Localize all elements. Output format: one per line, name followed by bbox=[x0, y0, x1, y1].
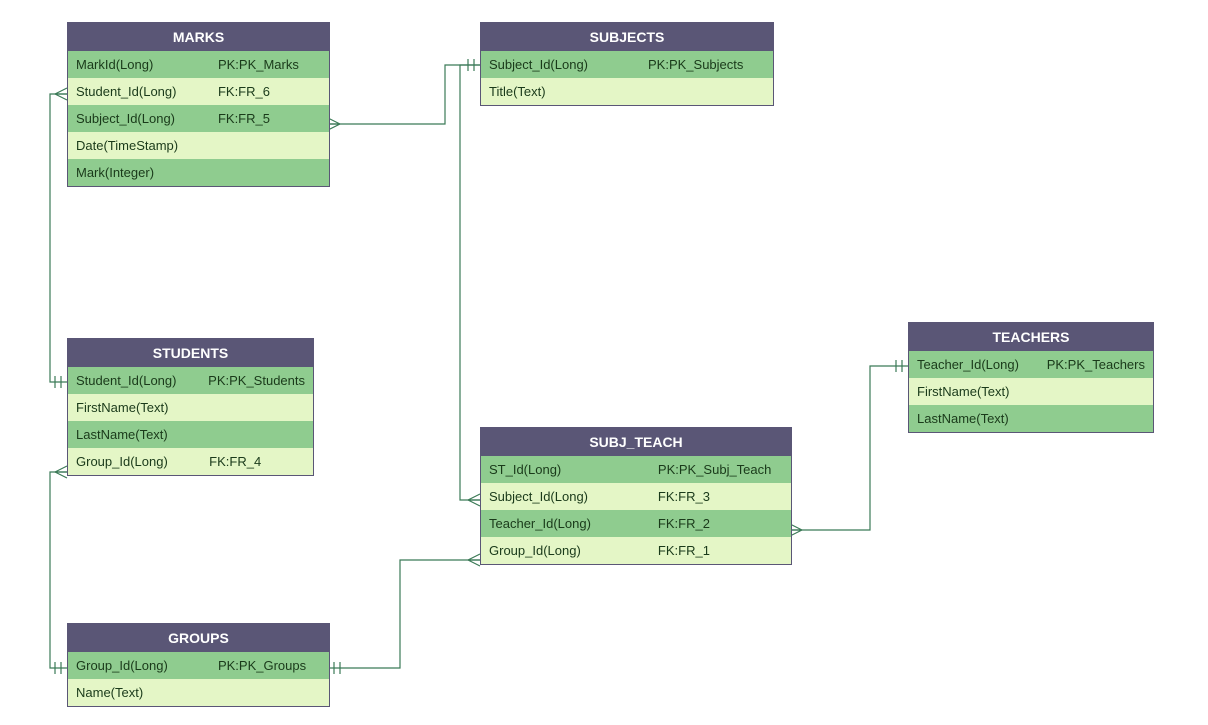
table-row: Subject_Id(Long)FK:FR_3 bbox=[481, 483, 791, 510]
entity-students-header: STUDENTS bbox=[68, 339, 313, 367]
table-row: Mark(Integer) bbox=[68, 159, 329, 186]
col-name: LastName(Text) bbox=[909, 405, 1042, 432]
entity-marks: MARKS MarkId(Long)PK:PK_Marks Student_Id… bbox=[67, 22, 330, 187]
table-row: MarkId(Long)PK:PK_Marks bbox=[68, 51, 329, 78]
col-key: FK:FR_3 bbox=[650, 483, 791, 510]
col-key bbox=[210, 159, 329, 186]
col-key: FK:FR_4 bbox=[201, 448, 313, 475]
col-name: Title(Text) bbox=[481, 78, 640, 105]
entity-marks-header: MARKS bbox=[68, 23, 329, 51]
entity-teachers-header: TEACHERS bbox=[909, 323, 1153, 351]
col-key bbox=[201, 421, 313, 448]
table-row: FirstName(Text) bbox=[909, 378, 1153, 405]
col-name: Subject_Id(Long) bbox=[481, 483, 650, 510]
col-key: FK:FR_1 bbox=[650, 537, 791, 564]
col-name: Group_Id(Long) bbox=[481, 537, 650, 564]
table-row: Group_Id(Long)PK:PK_Groups bbox=[68, 652, 329, 679]
connector-marks-students bbox=[50, 88, 67, 388]
col-key bbox=[640, 78, 773, 105]
col-key: PK:PK_Teachers bbox=[1039, 351, 1153, 378]
table-row: FirstName(Text) bbox=[68, 394, 313, 421]
connector-marks-subjects bbox=[328, 59, 480, 130]
col-name: Subject_Id(Long) bbox=[481, 51, 640, 78]
col-name: Subject_Id(Long) bbox=[68, 105, 210, 132]
col-key bbox=[1042, 378, 1153, 405]
col-key: PK:PK_Subjects bbox=[640, 51, 773, 78]
entity-teachers: TEACHERS Teacher_Id(Long)PK:PK_Teachers … bbox=[908, 322, 1154, 433]
col-name: MarkId(Long) bbox=[68, 51, 210, 78]
col-key: PK:PK_Groups bbox=[210, 652, 329, 679]
table-row: Group_Id(Long)FK:FR_1 bbox=[481, 537, 791, 564]
col-name: Teacher_Id(Long) bbox=[481, 510, 650, 537]
col-key: FK:FR_2 bbox=[650, 510, 791, 537]
col-name: Group_Id(Long) bbox=[68, 448, 201, 475]
col-key: PK:PK_Students bbox=[200, 367, 313, 394]
col-name: Teacher_Id(Long) bbox=[909, 351, 1039, 378]
entity-subj-teach-header: SUBJ_TEACH bbox=[481, 428, 791, 456]
table-row: Teacher_Id(Long)PK:PK_Teachers bbox=[909, 351, 1153, 378]
col-key bbox=[210, 679, 329, 706]
connector-students-groups bbox=[50, 466, 67, 674]
col-name: FirstName(Text) bbox=[909, 378, 1042, 405]
table-row: LastName(Text) bbox=[909, 405, 1153, 432]
table-row: Name(Text) bbox=[68, 679, 329, 706]
entity-groups: GROUPS Group_Id(Long)PK:PK_Groups Name(T… bbox=[67, 623, 330, 707]
entity-subjects-header: SUBJECTS bbox=[481, 23, 773, 51]
entity-groups-header: GROUPS bbox=[68, 624, 329, 652]
connector-subjteach-teachers bbox=[790, 360, 908, 536]
col-name: Group_Id(Long) bbox=[68, 652, 210, 679]
table-row: Group_Id(Long)FK:FR_4 bbox=[68, 448, 313, 475]
entity-students: STUDENTS Student_Id(Long)PK:PK_Students … bbox=[67, 338, 314, 476]
diagram-canvas: MARKS MarkId(Long)PK:PK_Marks Student_Id… bbox=[0, 0, 1208, 725]
connector-subjteach-groups bbox=[328, 554, 480, 674]
col-name: Name(Text) bbox=[68, 679, 210, 706]
table-row: Title(Text) bbox=[481, 78, 773, 105]
table-row: ST_Id(Long)PK:PK_Subj_Teach bbox=[481, 456, 791, 483]
col-key: PK:PK_Marks bbox=[210, 51, 329, 78]
entity-subj-teach: SUBJ_TEACH ST_Id(Long)PK:PK_Subj_Teach S… bbox=[480, 427, 792, 565]
col-key bbox=[210, 132, 329, 159]
col-name: FirstName(Text) bbox=[68, 394, 201, 421]
col-name: Student_Id(Long) bbox=[68, 78, 210, 105]
table-row: Subject_Id(Long)FK:FR_5 bbox=[68, 105, 329, 132]
table-row: Teacher_Id(Long)FK:FR_2 bbox=[481, 510, 791, 537]
col-key: FK:FR_5 bbox=[210, 105, 329, 132]
col-key bbox=[1042, 405, 1153, 432]
col-key: PK:PK_Subj_Teach bbox=[650, 456, 791, 483]
table-row: LastName(Text) bbox=[68, 421, 313, 448]
table-row: Student_Id(Long)PK:PK_Students bbox=[68, 367, 313, 394]
col-name: ST_Id(Long) bbox=[481, 456, 650, 483]
entity-subjects: SUBJECTS Subject_Id(Long)PK:PK_Subjects … bbox=[480, 22, 774, 106]
table-row: Subject_Id(Long)PK:PK_Subjects bbox=[481, 51, 773, 78]
table-row: Student_Id(Long)FK:FR_6 bbox=[68, 78, 329, 105]
col-name: LastName(Text) bbox=[68, 421, 201, 448]
col-name: Date(TimeStamp) bbox=[68, 132, 210, 159]
col-name: Mark(Integer) bbox=[68, 159, 210, 186]
col-key bbox=[201, 394, 313, 421]
table-row: Date(TimeStamp) bbox=[68, 132, 329, 159]
col-name: Student_Id(Long) bbox=[68, 367, 200, 394]
connector-subjteach-subjects bbox=[460, 65, 480, 506]
col-key: FK:FR_6 bbox=[210, 78, 329, 105]
